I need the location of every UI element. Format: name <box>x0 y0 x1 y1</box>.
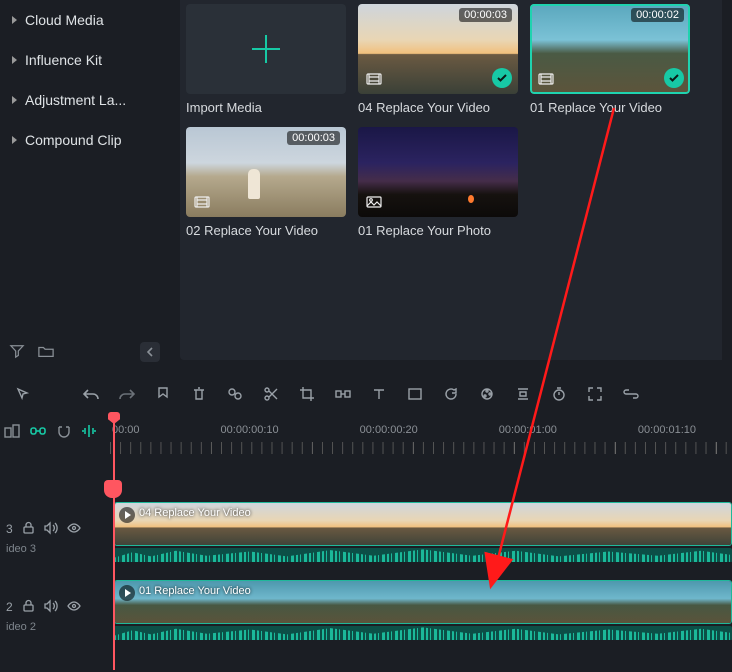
ruler-label: 00:00:01:10 <box>638 424 696 436</box>
card-label: Import Media <box>186 100 346 115</box>
visibility-icon[interactable] <box>67 600 81 615</box>
media-grid: Import Media 00:00:03 04 Replace Your Vi… <box>186 4 722 238</box>
media-thumb[interactable]: 00:00:03 <box>358 4 518 94</box>
media-sidebar: Cloud Media Influence Kit Adjustment La.… <box>0 0 170 370</box>
delete-icon[interactable] <box>190 385 208 403</box>
snap-icon[interactable] <box>56 424 72 441</box>
expand-icon[interactable] <box>586 385 604 403</box>
media-card[interactable]: 01 Replace Your Photo <box>358 127 518 238</box>
plus-icon <box>265 35 267 63</box>
import-media-thumb[interactable] <box>186 4 346 94</box>
mute-icon[interactable] <box>44 600 57 615</box>
timeline-header: 00:00 00:00:00:10 00:00:00:20 00:00:01:0… <box>0 418 732 454</box>
crop-icon[interactable] <box>298 385 316 403</box>
sidebar-item-adjustment-layer[interactable]: Adjustment La... <box>0 80 170 120</box>
sidebar-item-label: Influence Kit <box>25 52 102 68</box>
clip-play-icon <box>119 507 135 523</box>
import-media-card[interactable]: Import Media <box>186 4 346 115</box>
frame-icon[interactable] <box>406 385 424 403</box>
sidebar-item-compound-clip[interactable]: Compound Clip <box>0 120 170 160</box>
track-row: 2 ideo 2 01 Replace Your Video <box>0 578 732 654</box>
timeline-toolbar <box>0 380 732 408</box>
align-icon[interactable] <box>514 385 532 403</box>
sidebar-item-cloud-media[interactable]: Cloud Media <box>0 0 170 40</box>
lock-icon[interactable] <box>23 522 34 537</box>
caret-right-icon <box>12 56 17 64</box>
duration-badge: 00:00:03 <box>459 8 512 22</box>
collapse-sidebar-button[interactable] <box>140 342 160 362</box>
timeline-clip[interactable]: 04 Replace Your Video <box>114 502 732 546</box>
clip-play-icon <box>119 585 135 601</box>
track-number: 3 <box>6 522 13 537</box>
sidebar-item-label: Adjustment La... <box>25 92 126 108</box>
media-panel: Import Media 00:00:03 04 Replace Your Vi… <box>180 0 722 360</box>
photo-icon <box>364 193 384 211</box>
link-icon[interactable] <box>622 385 640 403</box>
caret-right-icon <box>12 16 17 24</box>
media-card[interactable]: 00:00:03 04 Replace Your Video <box>358 4 518 115</box>
ruler-label: 00:00:00:10 <box>221 424 279 436</box>
timeline-clip[interactable]: 01 Replace Your Video <box>114 580 732 624</box>
card-label: 02 Replace Your Video <box>186 223 346 238</box>
undo-icon[interactable] <box>82 385 100 403</box>
marker-icon[interactable] <box>154 385 172 403</box>
redo-icon[interactable] <box>118 385 136 403</box>
visibility-icon[interactable] <box>67 522 81 537</box>
ruler-ticks <box>110 442 732 454</box>
ruler-label: 00:00 <box>112 424 140 436</box>
sidebar-item-influence-kit[interactable]: Influence Kit <box>0 40 170 80</box>
duration-badge: 00:00:02 <box>631 8 684 22</box>
mute-icon[interactable] <box>44 522 57 537</box>
adjust-icon[interactable] <box>226 385 244 403</box>
color-icon[interactable] <box>478 385 496 403</box>
sidebar-item-label: Cloud Media <box>25 12 104 28</box>
playhead[interactable] <box>113 414 115 670</box>
auto-ripple-icon[interactable] <box>82 424 96 441</box>
duration-badge: 00:00:03 <box>287 131 340 145</box>
card-label: 01 Replace Your Photo <box>358 223 518 238</box>
video-icon <box>364 70 384 88</box>
timer-icon[interactable] <box>550 385 568 403</box>
media-thumb[interactable] <box>358 127 518 217</box>
sidebar-footer <box>10 342 160 362</box>
split-icon[interactable] <box>262 385 280 403</box>
track-mixer-icon[interactable] <box>4 424 20 441</box>
timeline-mode-buttons <box>0 424 96 441</box>
ruler-label: 00:00:01:00 <box>499 424 557 436</box>
clip-audio-waveform[interactable] <box>114 548 732 562</box>
card-label: 01 Replace Your Video <box>530 100 690 115</box>
caret-right-icon <box>12 136 17 144</box>
timeline-ruler[interactable]: 00:00 00:00:00:10 00:00:00:20 00:00:01:0… <box>110 418 732 454</box>
track-name: ideo 2 <box>6 621 100 633</box>
speed-icon[interactable] <box>334 385 352 403</box>
media-card[interactable]: 00:00:02 01 Replace Your Video <box>530 4 690 115</box>
lock-icon[interactable] <box>23 600 34 615</box>
track-header: 3 ideo 3 <box>0 500 100 576</box>
new-folder-icon[interactable] <box>38 344 54 361</box>
caret-right-icon <box>12 96 17 104</box>
rotate-icon[interactable] <box>442 385 460 403</box>
timeline-tracks: 3 ideo 3 04 Replace Your Video 2 ideo <box>0 500 732 654</box>
video-icon <box>192 193 212 211</box>
ruler-label: 00:00:00:20 <box>360 424 418 436</box>
check-badge-icon <box>492 68 512 88</box>
track-number: 2 <box>6 600 13 615</box>
check-badge-icon <box>664 68 684 88</box>
clip-label: 04 Replace Your Video <box>139 507 251 519</box>
filter-icon[interactable] <box>10 344 24 361</box>
sidebar-item-label: Compound Clip <box>25 132 122 148</box>
clip-label: 01 Replace Your Video <box>139 585 251 597</box>
video-icon <box>536 70 556 88</box>
text-icon[interactable] <box>370 385 388 403</box>
track-header: 2 ideo 2 <box>0 578 100 654</box>
media-thumb[interactable]: 00:00:02 <box>530 4 690 94</box>
link-tracks-icon[interactable] <box>30 425 46 440</box>
pointer-tool-icon[interactable] <box>14 385 32 403</box>
media-card[interactable]: 00:00:03 02 Replace Your Video <box>186 127 346 238</box>
track-name: ideo 3 <box>6 543 100 555</box>
clip-audio-waveform[interactable] <box>114 626 732 640</box>
card-label: 04 Replace Your Video <box>358 100 518 115</box>
media-thumb[interactable]: 00:00:03 <box>186 127 346 217</box>
track-row: 3 ideo 3 04 Replace Your Video <box>0 500 732 576</box>
